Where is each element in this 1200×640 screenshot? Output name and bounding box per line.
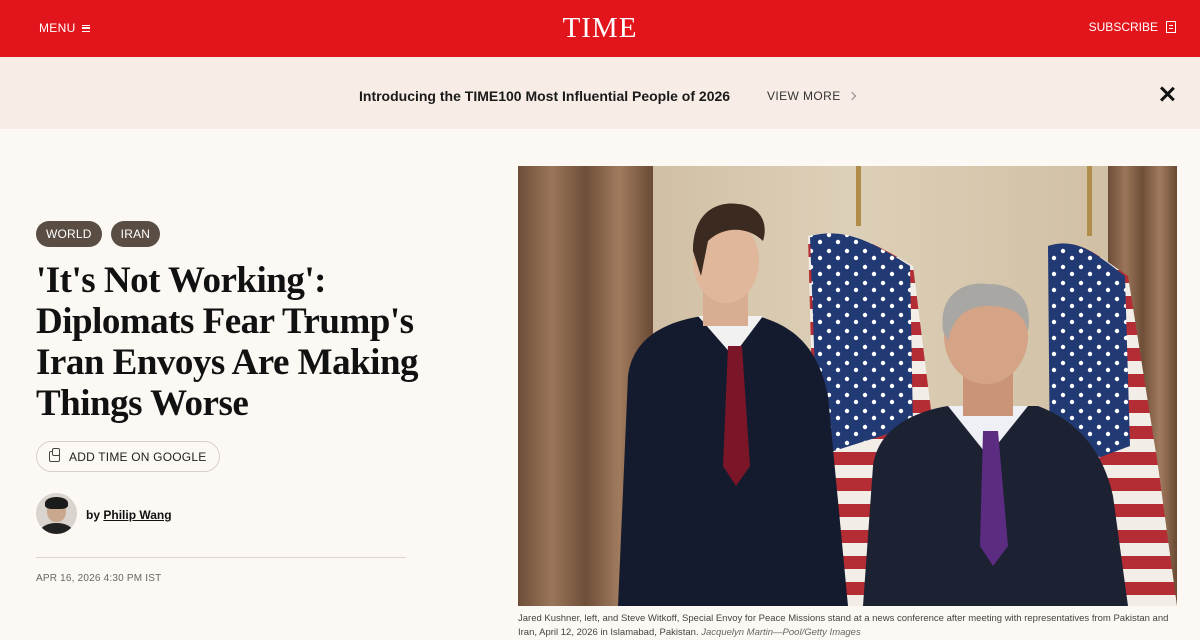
promo-banner: Introducing the TIME100 Most Influential… bbox=[0, 57, 1200, 129]
photo-credit: Jacquelyn Martin—Pool/Getty Images bbox=[701, 627, 861, 638]
hero-photo bbox=[518, 166, 1177, 606]
copy-icon bbox=[49, 448, 60, 462]
article-headline: 'It's Not Working': Diplomats Fear Trump… bbox=[36, 260, 419, 424]
view-more-label: VIEW MORE bbox=[767, 89, 841, 103]
byline: by Philip Wang bbox=[86, 508, 172, 522]
author-link[interactable]: Philip Wang bbox=[103, 508, 171, 522]
view-more-link[interactable]: VIEW MORE bbox=[767, 89, 856, 103]
site-header: MENU TIME SUBSCRIBE bbox=[0, 0, 1200, 57]
divider bbox=[36, 557, 406, 558]
add-time-on-google-button[interactable]: ADD TIME ON GOOGLE bbox=[36, 441, 221, 472]
byline-prefix: by bbox=[86, 508, 101, 522]
menu-label: MENU bbox=[39, 21, 76, 35]
subscribe-button[interactable]: SUBSCRIBE bbox=[1089, 20, 1176, 34]
article-tags: WORLD IRAN bbox=[36, 221, 161, 247]
close-icon[interactable] bbox=[1158, 85, 1176, 103]
menu-button[interactable]: MENU bbox=[39, 21, 90, 35]
subscribe-label: SUBSCRIBE bbox=[1088, 20, 1158, 34]
hero-photo-illustration bbox=[518, 166, 1177, 606]
tag-world[interactable]: WORLD bbox=[36, 221, 102, 247]
hamburger-icon bbox=[81, 24, 90, 32]
publish-date: APR 16, 2026 4:30 PM IST bbox=[36, 573, 162, 584]
chevron-right-icon bbox=[847, 91, 856, 101]
promo-text: Introducing the TIME100 Most Influential… bbox=[359, 88, 731, 104]
magazine-icon bbox=[1166, 21, 1176, 33]
site-logo[interactable]: TIME bbox=[563, 12, 638, 45]
author-avatar[interactable] bbox=[36, 493, 77, 534]
google-button-label: ADD TIME ON GOOGLE bbox=[69, 449, 207, 464]
tag-iran[interactable]: IRAN bbox=[110, 221, 161, 247]
